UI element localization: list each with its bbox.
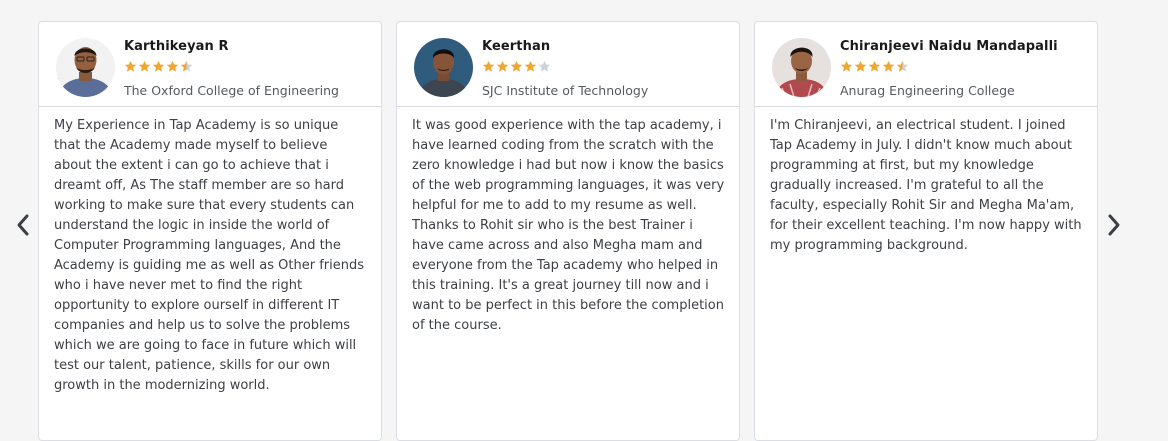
star-icon <box>882 60 895 72</box>
testimonial-card: Karthikeyan R The Oxford College of Engi… <box>38 21 382 441</box>
star-icon <box>166 60 179 72</box>
chevron-right-icon <box>1108 214 1120 236</box>
star-icon <box>180 60 193 72</box>
star-icon <box>840 60 853 72</box>
reviewer-name: Karthikeyan R <box>124 39 229 54</box>
reviewer-name: Chiranjeevi Naidu Mandapalli <box>840 39 1058 54</box>
reviewer-college: Anurag Engineering College <box>840 83 1015 98</box>
reviewer-college: The Oxford College of Engineering <box>124 83 339 98</box>
carousel-prev-button[interactable] <box>11 210 35 240</box>
star-icon <box>496 60 509 72</box>
star-icon <box>896 60 909 72</box>
star-icon <box>524 60 537 72</box>
chevron-left-icon <box>17 214 29 236</box>
reviewer-name: Keerthan <box>482 39 551 54</box>
star-icon <box>482 60 495 72</box>
star-icon <box>124 60 137 72</box>
review-text: It was good experience with the tap acad… <box>412 118 725 333</box>
testimonial-header: Chiranjeevi Naidu Mandapalli Anurag Engi… <box>755 22 1097 107</box>
testimonial-card: Chiranjeevi Naidu Mandapalli Anurag Engi… <box>754 21 1098 441</box>
testimonial-header: Keerthan SJC Institute of Technology <box>397 22 739 107</box>
star-icon <box>138 60 151 72</box>
avatar <box>772 38 831 97</box>
star-rating <box>840 60 909 73</box>
star-rating <box>482 60 551 73</box>
testimonial-card: Keerthan SJC Institute of Technology It … <box>396 21 740 441</box>
avatar <box>414 38 473 97</box>
star-icon <box>538 60 551 72</box>
star-icon <box>868 60 881 72</box>
star-icon <box>854 60 867 72</box>
star-icon <box>510 60 523 72</box>
review-text: My Experience in Tap Academy is so uniqu… <box>54 118 364 393</box>
review-text: I'm Chiranjeevi, an electrical student. … <box>770 118 1082 253</box>
carousel-next-button[interactable] <box>1102 210 1126 240</box>
avatar <box>56 38 115 97</box>
testimonial-header: Karthikeyan R The Oxford College of Engi… <box>39 22 381 107</box>
star-icon <box>152 60 165 72</box>
star-rating <box>124 60 193 73</box>
reviewer-college: SJC Institute of Technology <box>482 83 649 98</box>
